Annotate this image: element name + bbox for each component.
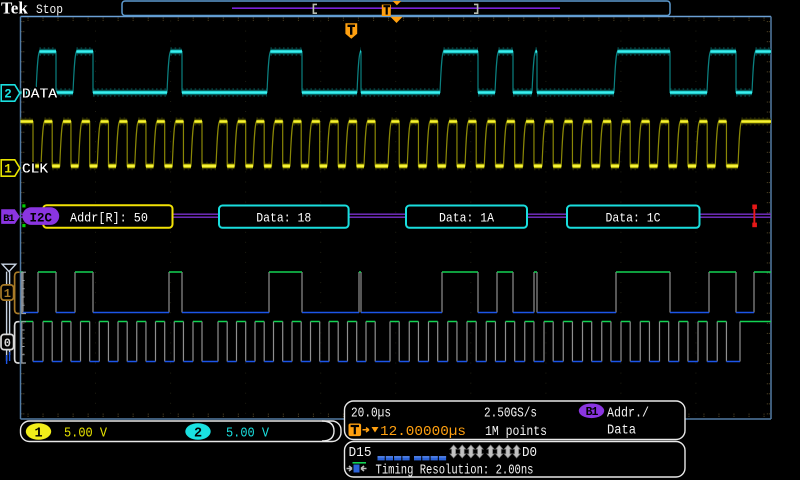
svg-text:5.00 V: 5.00 V: [226, 427, 270, 442]
svg-text:2.50GS/s: 2.50GS/s: [484, 407, 537, 422]
svg-text:Data: Data: [607, 424, 636, 439]
svg-text:12.00000µs: 12.00000µs: [380, 425, 466, 440]
svg-text:Addr[R]: 50: Addr[R]: 50: [70, 211, 148, 226]
svg-text:1: 1: [4, 162, 12, 176]
svg-text:1: 1: [34, 426, 42, 441]
svg-text:D15: D15: [349, 446, 372, 461]
svg-text:2: 2: [4, 87, 12, 101]
svg-text:5.00 V: 5.00 V: [64, 427, 108, 442]
svg-text:CLK: CLK: [22, 162, 49, 178]
svg-text:1M points: 1M points: [485, 425, 547, 440]
svg-text:0: 0: [4, 337, 11, 351]
svg-text:Data: 1C: Data: 1C: [606, 211, 661, 226]
svg-text:Data: 18: Data: 18: [256, 211, 311, 226]
svg-text:DATA: DATA: [22, 87, 58, 103]
svg-text:Timing Resolution: 2.00ns: Timing Resolution: 2.00ns: [376, 464, 534, 479]
svg-text:B1: B1: [3, 213, 14, 225]
svg-text:Data: 1A: Data: 1A: [439, 211, 494, 226]
svg-text:B1: B1: [586, 406, 599, 419]
svg-text:Stop: Stop: [36, 2, 63, 17]
svg-text:20.0µs: 20.0µs: [351, 407, 391, 422]
svg-text:Addr./: Addr./: [607, 407, 649, 422]
svg-text:D0: D0: [522, 446, 537, 461]
svg-text:I2C: I2C: [30, 212, 53, 226]
svg-text:1: 1: [4, 287, 11, 301]
svg-text:Tek: Tek: [1, 0, 28, 18]
svg-text:2: 2: [194, 426, 202, 441]
